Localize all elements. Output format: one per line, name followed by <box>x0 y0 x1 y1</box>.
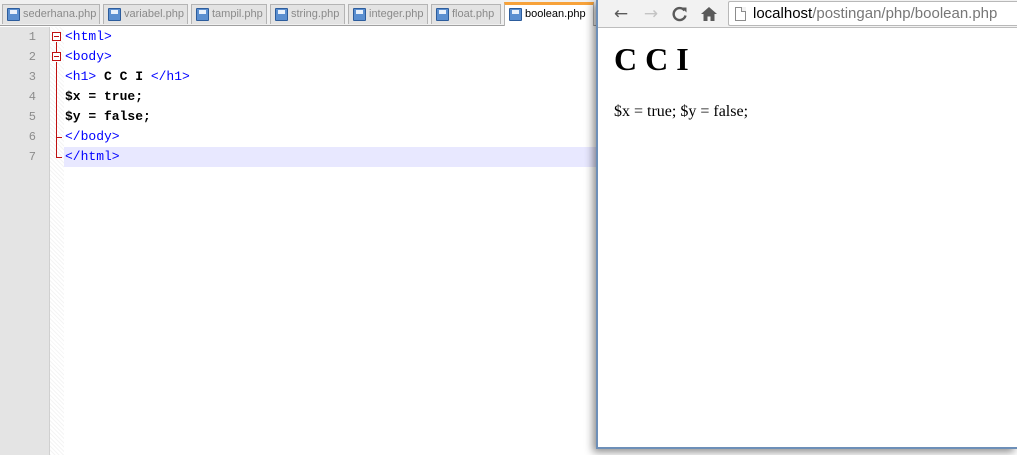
url-host: localhost <box>753 5 813 22</box>
tab-label: tampil.php <box>212 8 263 20</box>
fold-line <box>56 62 57 157</box>
html-close-tag: </html> <box>65 149 120 164</box>
code-line-2[interactable]: <body> <box>65 47 112 67</box>
fold-margin <box>50 27 64 455</box>
save-file-icon <box>509 8 522 21</box>
tab-label: float.php <box>452 8 495 20</box>
home-icon[interactable] <box>698 3 720 25</box>
reload-icon[interactable] <box>669 3 691 25</box>
forward-arrow-icon[interactable]: → <box>640 3 662 25</box>
tab-integer[interactable]: integer.php <box>348 4 428 24</box>
save-file-icon <box>353 8 366 21</box>
tab-label: string.php <box>291 8 340 20</box>
code-editor-window: sederhana.php variabel.php tampil.php st… <box>0 0 600 455</box>
save-file-icon <box>436 8 449 21</box>
body-open-tag: <body> <box>65 49 112 64</box>
line-number-gutter: 1 2 3 4 5 6 7 <box>0 27 50 455</box>
line-number: 3 <box>28 70 36 84</box>
h1-text: C C I <box>96 69 151 84</box>
fold-collapse-icon[interactable] <box>52 32 61 41</box>
save-file-icon <box>7 8 20 21</box>
tab-string[interactable]: string.php <box>270 4 345 24</box>
url-path: /postingan/php/boolean.php <box>812 5 998 22</box>
address-bar[interactable]: localhost/postingan/php/boolean.php <box>728 1 1017 26</box>
code-line-4[interactable]: $x = true; <box>65 87 143 107</box>
back-arrow-icon[interactable]: ← <box>610 3 632 25</box>
code-line-1[interactable]: <html> <box>65 27 112 47</box>
page-viewport: C C I $x = true; $y = false; <box>598 29 1017 447</box>
fold-line <box>56 42 57 52</box>
fold-end-marker <box>56 157 62 158</box>
line-number: 6 <box>28 130 36 144</box>
code-line-3[interactable]: <h1> C C I </h1> <box>65 67 190 87</box>
current-line-highlight <box>64 147 600 167</box>
h1-close-tag: </h1> <box>150 69 190 84</box>
page-body-text: $x = true; $y = false; <box>614 103 749 120</box>
line-number: 2 <box>28 50 36 64</box>
file-tab-bar: sederhana.php variabel.php tampil.php st… <box>0 0 600 26</box>
code-text: $x = true; <box>65 89 144 104</box>
page-heading: C C I <box>614 41 689 77</box>
h1-open-tag: <h1> <box>65 69 97 84</box>
home-glyph <box>701 7 717 21</box>
tab-variabel[interactable]: variabel.php <box>103 4 188 24</box>
url-text[interactable]: localhost/postingan/php/boolean.php <box>753 5 997 22</box>
save-file-icon <box>196 8 209 21</box>
html-open-tag: <html> <box>65 29 112 44</box>
tab-tampil[interactable]: tampil.php <box>191 4 267 24</box>
code-text: $y = false; <box>65 109 151 124</box>
line-number: 5 <box>28 110 36 124</box>
tab-label: sederhana.php <box>23 8 97 20</box>
save-file-icon <box>275 8 288 21</box>
code-line-6[interactable]: </body> <box>65 127 120 147</box>
browser-toolbar: ← → localhost/postingan/php/boolean.php <box>598 0 1017 28</box>
fold-collapse-icon[interactable] <box>52 52 61 61</box>
line-number: 7 <box>28 150 36 164</box>
tab-label: boolean.php <box>525 8 586 20</box>
fold-end-marker <box>56 137 62 138</box>
code-line-5[interactable]: $y = false; <box>65 107 151 127</box>
tab-float[interactable]: float.php <box>431 4 501 24</box>
tab-label: variabel.php <box>124 8 184 20</box>
code-line-7[interactable]: </html> <box>65 147 120 167</box>
tab-boolean[interactable]: boolean.php <box>504 2 594 26</box>
tab-sederhana[interactable]: sederhana.php <box>2 4 100 24</box>
line-number: 1 <box>28 30 36 44</box>
tab-label: integer.php <box>369 8 424 20</box>
page-icon <box>735 7 746 21</box>
line-number: 4 <box>28 90 36 104</box>
body-close-tag: </body> <box>65 129 120 144</box>
save-file-icon <box>108 8 121 21</box>
browser-window: ← → localhost/postingan/php/boolean.php … <box>596 0 1017 449</box>
reload-glyph <box>672 6 687 22</box>
